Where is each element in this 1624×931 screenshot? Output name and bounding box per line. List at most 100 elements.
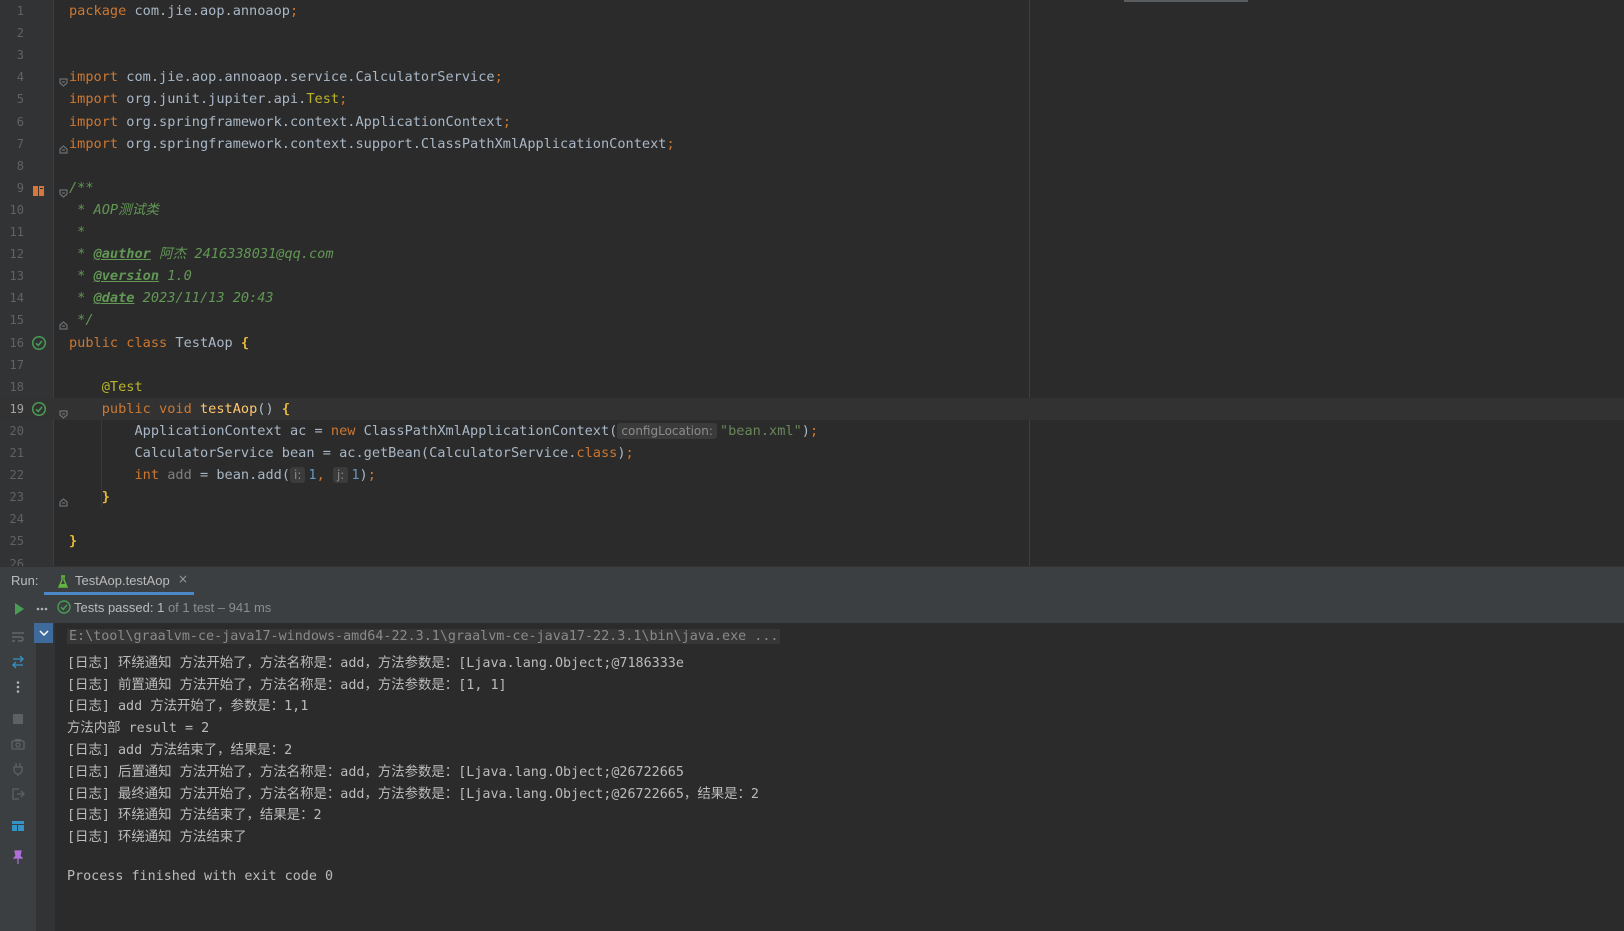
code-line[interactable]: 12 * @author 阿杰 2416338031@qq.com — [0, 243, 1624, 265]
code-line[interactable]: 3 — [0, 44, 1624, 66]
console-line: Process finished with exit code 0 — [67, 868, 334, 884]
line-number[interactable]: 2 — [0, 26, 24, 40]
code-text[interactable]: ApplicationContext ac = new ClassPathXml… — [69, 422, 818, 440]
code-line[interactable]: 24 — [0, 508, 1624, 530]
code-text[interactable]: * @author 阿杰 2416338031@qq.com — [69, 245, 333, 263]
code-line[interactable]: 4 import com.jie.aop.annoaop.service.Calc… — [0, 66, 1624, 88]
line-number[interactable]: 9 — [0, 181, 24, 195]
code-text[interactable]: @Test — [69, 378, 143, 396]
code-line[interactable]: 11 * — [0, 221, 1624, 243]
soft-wrap-icon[interactable] — [10, 629, 26, 645]
code-text[interactable]: * AOP测试类 — [69, 201, 159, 219]
code-line[interactable]: 22 int add = bean.add(i: 1, j: 1); — [0, 464, 1624, 486]
code-text[interactable]: public void testAop() { — [69, 400, 290, 418]
code-line[interactable]: 1 package com.jie.aop.annoaop; — [0, 0, 1624, 22]
code-text[interactable]: int add = bean.add(i: 1, j: 1); — [69, 466, 376, 484]
code-line[interactable]: 25} — [0, 530, 1624, 552]
code-text[interactable]: * — [69, 223, 85, 241]
code-text[interactable]: } — [69, 488, 110, 506]
run-test-passed-icon[interactable] — [31, 335, 47, 351]
line-number[interactable]: 18 — [0, 380, 24, 394]
code-line[interactable]: 16 public class TestAop { — [0, 332, 1624, 354]
line-number[interactable]: 3 — [0, 48, 24, 62]
chevron-down-icon[interactable] — [34, 623, 53, 643]
code-line[interactable]: 7 import org.springframework.context.supp… — [0, 133, 1624, 155]
line-number[interactable]: 24 — [0, 512, 24, 526]
camera-icon[interactable] — [10, 736, 26, 752]
code-editor[interactable]: 1 package com.jie.aop.annoaop; 2 3 4 import c… — [0, 0, 1624, 566]
more-options-icon[interactable] — [34, 601, 50, 617]
code-line[interactable]: 13 * @version 1.0 — [0, 265, 1624, 287]
code-text[interactable]: CalculatorService bean = ac.getBean(Calc… — [69, 444, 633, 462]
code-text[interactable]: public class TestAop { — [69, 334, 249, 352]
line-number[interactable]: 13 — [0, 269, 24, 283]
line-number[interactable]: 16 — [0, 336, 24, 350]
code-line[interactable]: 15 */ — [0, 309, 1624, 331]
fold-marker-icon[interactable] — [59, 404, 68, 419]
line-number[interactable]: 12 — [0, 247, 24, 261]
line-number[interactable]: 11 — [0, 225, 24, 239]
code-lines[interactable]: 1 package com.jie.aop.annoaop; 2 3 4 import c… — [0, 0, 1624, 566]
code-text[interactable]: */ — [69, 311, 93, 329]
code-line[interactable]: 10 * AOP测试类 — [0, 199, 1624, 221]
line-number[interactable]: 7 — [0, 137, 24, 151]
line-number[interactable]: 14 — [0, 291, 24, 305]
line-number[interactable]: 1 — [0, 4, 24, 18]
code-line[interactable]: 26 — [0, 553, 1624, 567]
scroll-to-end-icon[interactable] — [10, 654, 26, 670]
line-number[interactable]: 26 — [0, 557, 24, 567]
line-number[interactable]: 21 — [0, 446, 24, 460]
line-number[interactable]: 22 — [0, 468, 24, 482]
code-text[interactable]: import org.junit.jupiter.api.Test; — [69, 90, 347, 108]
code-text[interactable]: import org.springframework.context.Appli… — [69, 113, 511, 131]
line-number[interactable]: 6 — [0, 115, 24, 129]
line-number[interactable]: 8 — [0, 159, 24, 173]
code-text[interactable]: } — [69, 532, 77, 550]
line-number[interactable]: 19 — [0, 402, 24, 416]
code-text[interactable]: package com.jie.aop.annoaop; — [69, 2, 298, 20]
code-line[interactable]: 23 } — [0, 486, 1624, 508]
stop-icon[interactable] — [10, 711, 26, 727]
fold-marker-icon[interactable] — [59, 72, 68, 87]
code-line[interactable]: 19 public void testAop() { — [0, 397, 1624, 420]
fold-marker-icon[interactable] — [59, 139, 68, 154]
code-text[interactable]: import com.jie.aop.annoaop.service.Calcu… — [69, 68, 503, 86]
code-line[interactable]: 18 @Test — [0, 376, 1624, 398]
code-line[interactable]: 2 — [0, 22, 1624, 44]
run-console-output[interactable]: E:\tool\graalvm-ce-java17-windows-amd64-… — [56, 623, 1624, 931]
line-number[interactable]: 25 — [0, 534, 24, 548]
code-line[interactable]: 17 — [0, 354, 1624, 376]
line-number[interactable]: 4 — [0, 70, 24, 84]
layout-icon[interactable] — [10, 818, 26, 834]
line-number[interactable]: 23 — [0, 490, 24, 504]
line-number[interactable]: 5 — [0, 92, 24, 106]
fold-marker-icon[interactable] — [59, 183, 68, 198]
code-text[interactable]: /** — [69, 179, 94, 197]
rerun-icon[interactable] — [11, 601, 27, 617]
line-number[interactable]: 10 — [0, 203, 24, 217]
code-text[interactable]: * @version 1.0 — [69, 267, 192, 285]
doc-render-icon[interactable] — [33, 182, 45, 196]
code-line[interactable]: 6 import org.springframework.context.Appl… — [0, 111, 1624, 133]
code-line[interactable]: 8 — [0, 155, 1624, 177]
line-number[interactable]: 15 — [0, 313, 24, 327]
exit-icon[interactable] — [10, 786, 26, 802]
code-text[interactable]: import org.springframework.context.suppo… — [69, 135, 675, 153]
run-test-passed-icon[interactable] — [31, 401, 47, 417]
vertical-more-icon[interactable] — [10, 679, 26, 695]
code-line[interactable]: 20 ApplicationContext ac = new ClassPath… — [0, 420, 1624, 442]
tab-testaop-testaop[interactable]: TestAop.testAop × — [44, 567, 194, 595]
console-command-line[interactable]: E:\tool\graalvm-ce-java17-windows-amd64-… — [67, 629, 781, 644]
code-line[interactable]: 9 /** — [0, 177, 1624, 199]
code-line[interactable]: 5 import org.junit.jupiter.api.Test; — [0, 88, 1624, 110]
fold-marker-icon[interactable] — [59, 492, 68, 507]
code-line[interactable]: 21 CalculatorService bean = ac.getBean(C… — [0, 442, 1624, 464]
plug-icon[interactable] — [10, 761, 26, 777]
pin-icon[interactable] — [10, 849, 26, 865]
code-text[interactable]: * @date 2023/11/13 20:43 — [69, 289, 273, 307]
line-number[interactable]: 20 — [0, 424, 24, 438]
close-icon[interactable]: × — [178, 572, 188, 586]
code-line[interactable]: 14 * @date 2023/11/13 20:43 — [0, 287, 1624, 309]
line-number[interactable]: 17 — [0, 358, 24, 372]
fold-marker-icon[interactable] — [59, 315, 68, 330]
